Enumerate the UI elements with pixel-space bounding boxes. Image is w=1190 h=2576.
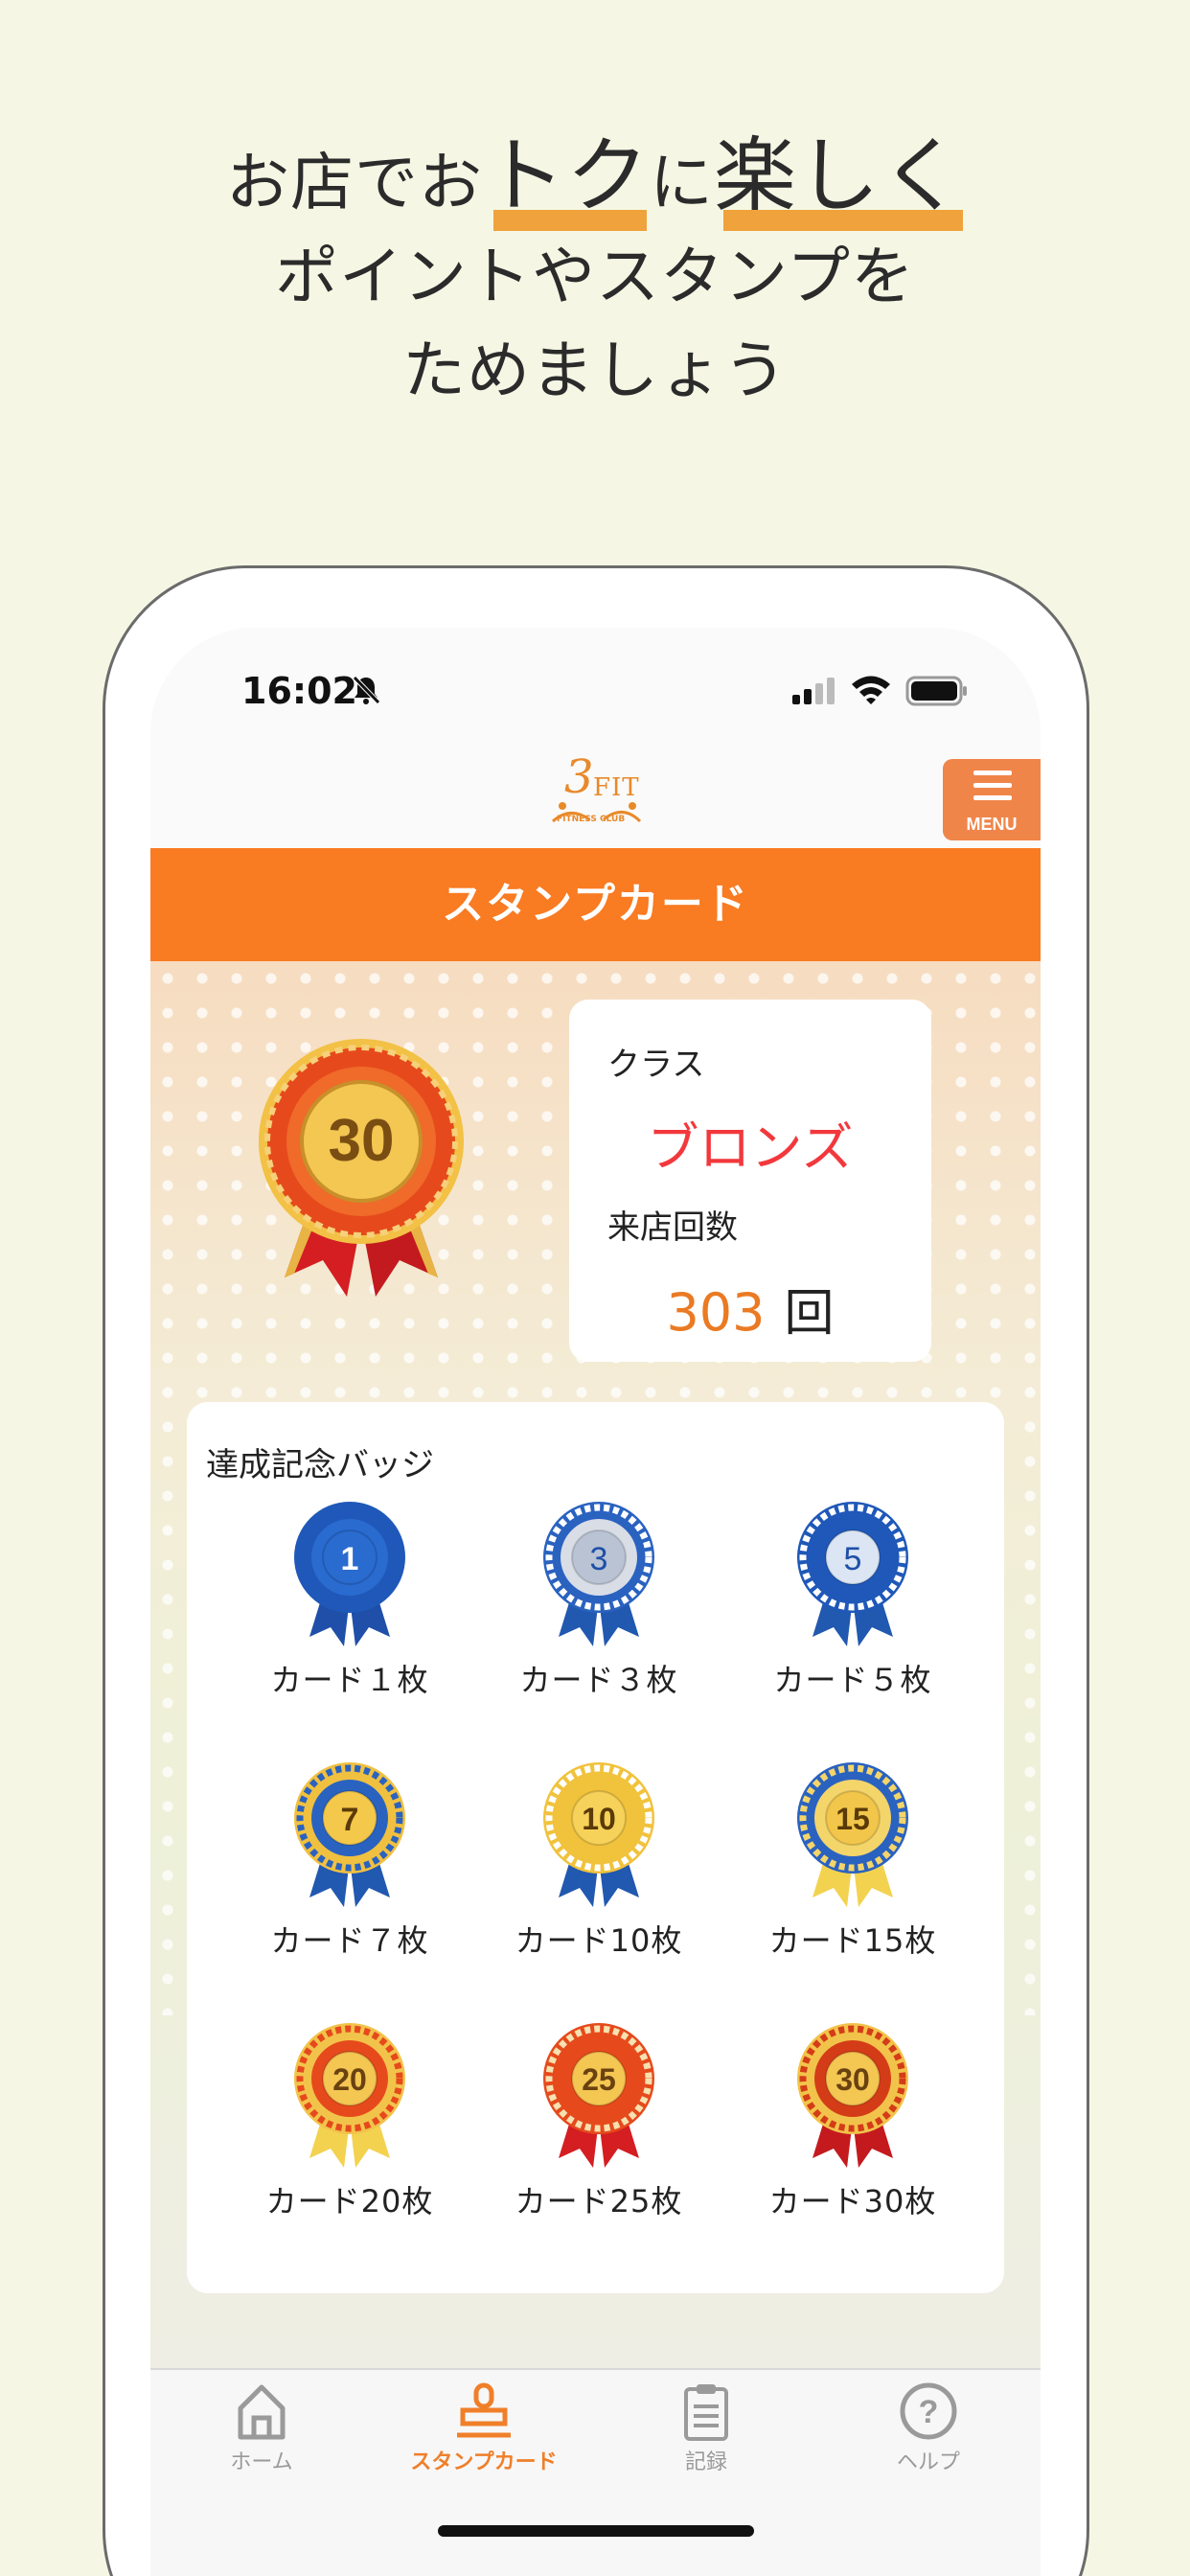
visits-value: 303 [666,1282,766,1343]
tab-label: ホーム [230,2450,293,2474]
main-badge-number: 30 [329,1108,395,1174]
menu-button[interactable]: MENU [943,759,1041,840]
rosette-icon: 15 [797,1762,908,1907]
achievement-badge[interactable]: 15 カード15枚 [728,1759,977,1998]
tab-label: 記録 [684,2450,727,2474]
stamp-icon [457,2382,511,2438]
rosette-icon: 20 [294,2023,405,2168]
rosette-icon: 1 [294,1502,405,1646]
bottom-tab-bar: ホーム スタンプカード 記録 ? ヘルプ [150,2368,1041,2576]
badges-title: 達成記念バッジ [206,1446,434,1484]
member-info-card: クラス ブロンズ 来店回数 303 回 [569,1000,931,1362]
highlight-bar [493,210,647,231]
status-bar: 16:02 [150,628,1041,752]
badge-label: カード25枚 [515,2183,683,2220]
badge-label: カード10枚 [515,1922,683,1959]
badge-number: 1 [341,1541,359,1577]
badge-number: 7 [341,1802,359,1838]
bell-slash-icon [350,674,382,710]
achievement-badge[interactable]: 7 カード７枚 [225,1759,474,1998]
page-title: スタンプカード [150,848,1041,961]
achievement-badge[interactable]: 1 カード１枚 [225,1498,474,1737]
badge-number: 30 [835,2062,870,2097]
class-value: ブロンズ [647,1117,854,1178]
achievement-badge[interactable]: 3 カード３枚 [474,1498,723,1737]
badge-number: 15 [835,1802,870,1836]
phone-screen: 16:02 3 FIT FITNESS CLUB MENU スタンプカード 30… [150,628,1041,2576]
badge-label: カード３枚 [519,1662,678,1698]
tab-label: ヘルプ [896,2450,960,2474]
achievement-badge[interactable]: 10 カード10枚 [474,1759,723,1998]
main-rank-badge: 30 [251,1038,471,1306]
brand-logo: 3 FIT FITNESS CLUB [543,750,649,840]
badge-label: カード１枚 [270,1662,429,1698]
achievement-badge[interactable]: 20 カード20枚 [225,2019,474,2259]
headline-line-2: ポイントやスタンプを [274,240,916,313]
achievement-badge[interactable]: 5 カード５枚 [728,1498,977,1737]
help-icon: ? [900,2382,957,2440]
rosette-icon: 30 [797,2023,908,2168]
tab-records[interactable]: 記録 [595,2381,817,2475]
badge-label: カード30枚 [768,2183,937,2220]
class-label: クラス [607,1046,705,1084]
headline-line-3: ためましょう [402,334,788,407]
achievement-badge[interactable]: 30 カード30枚 [728,2019,977,2259]
visits-label: 来店回数 [607,1208,738,1247]
wifi-icon [850,674,892,708]
badge-number: 25 [582,2062,616,2097]
achievement-badge[interactable]: 25 カード25枚 [474,2019,723,2259]
tab-help[interactable]: ? ヘルプ [817,2381,1040,2475]
battery-icon [905,676,969,710]
tab-home[interactable]: ホーム [150,2381,373,2475]
visits-count: 303 回 [569,1273,931,1345]
badge-label: カード15枚 [768,1922,937,1959]
headline-text-c: に [650,146,714,219]
stamp-card-content: 30 クラス ブロンズ 来店回数 303 回 達成記念バッジ 1 カード１枚 3 カード… [150,961,1041,2368]
headline-text-a: お店でお [226,146,483,219]
menu-label: MENU [966,815,1018,834]
hamburger-icon [973,770,1012,808]
headline-line-1: お店でおトクに楽しく [0,129,1190,231]
badge-label: カード７枚 [270,1922,429,1959]
badge-number: 5 [844,1541,862,1577]
clipboard-icon [684,2384,728,2441]
home-indicator[interactable] [438,2525,754,2537]
rosette-icon: 3 [543,1502,654,1646]
app-header: 3 FIT FITNESS CLUB [150,750,1041,848]
achievement-badges-card: 達成記念バッジ 1 カード１枚 3 カード３枚 5 カード５枚 7 カード７枚 10 カード10枚… [187,1402,1004,2293]
badge-label: カード５枚 [773,1662,932,1698]
rosette-icon: 25 [543,2023,654,2168]
tab-label: スタンプカード [410,2450,558,2474]
svg-text:?: ? [919,2394,939,2430]
promo-headline: お店でおトクに楽しく ポイントやスタンプを ためましょう [0,129,1190,418]
rosette-icon: 7 [294,1762,405,1907]
rosette-icon: 10 [543,1762,654,1907]
badge-number: 20 [332,2062,367,2097]
badge-number: 3 [590,1541,608,1577]
badge-number: 10 [582,1802,616,1836]
badge-label: カード20枚 [265,2183,434,2220]
visits-unit: 回 [784,1285,835,1343]
cellular-signal-icon [790,676,836,708]
highlight-bar [723,210,963,231]
home-icon [238,2384,286,2440]
tab-stamp-card[interactable]: スタンプカード [373,2381,595,2475]
status-time: 16:02 [241,670,357,712]
rosette-icon: 5 [797,1502,908,1646]
